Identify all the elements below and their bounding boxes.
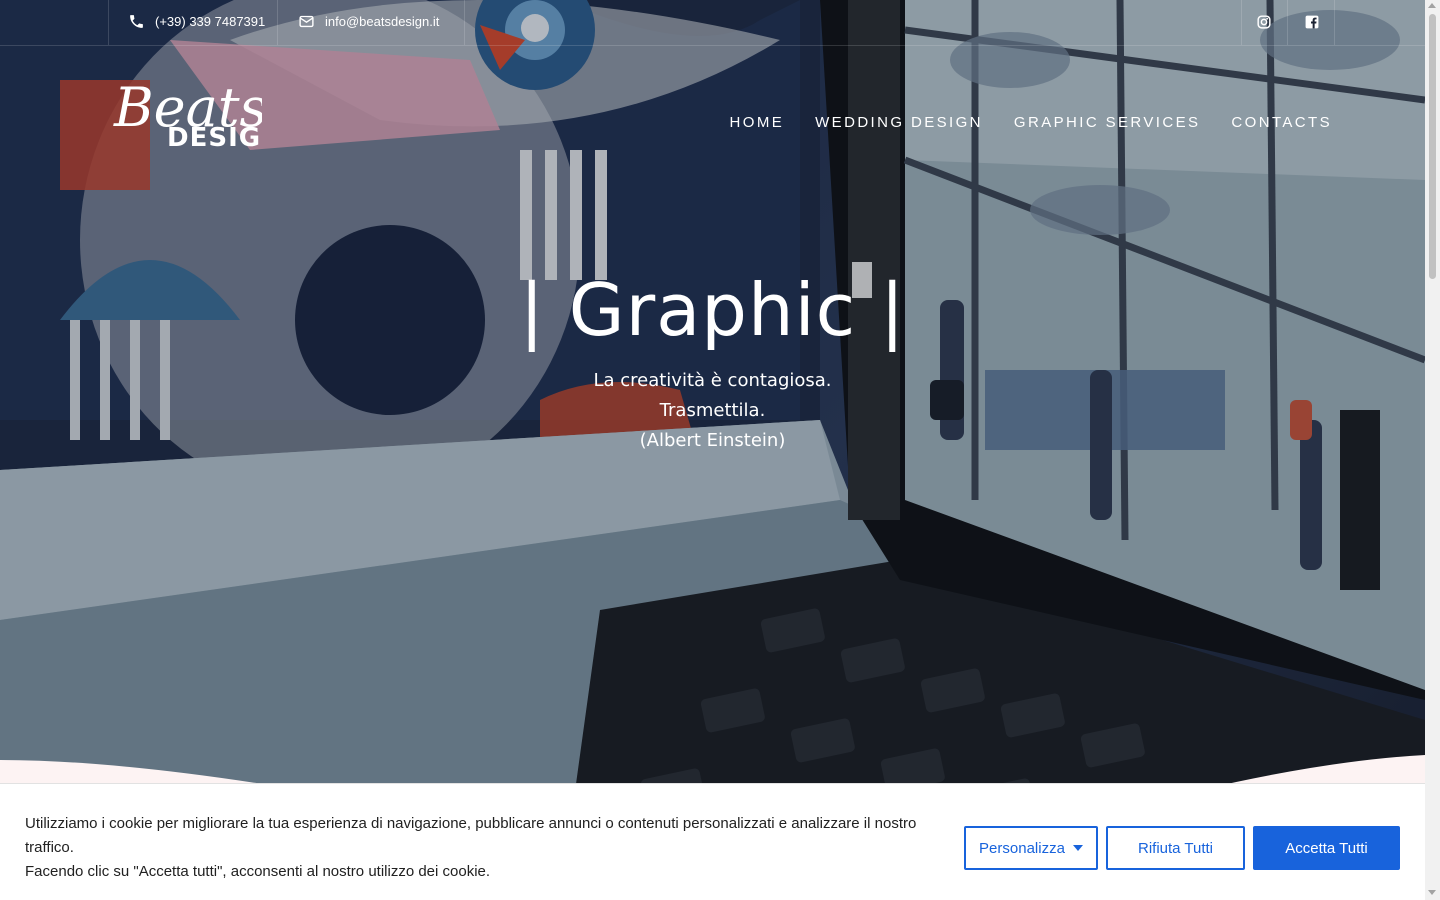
email-address[interactable]: info@beatsdesign.it <box>325 14 439 29</box>
topbar-divider <box>1241 0 1242 45</box>
cookie-message-line: Facendo clic su "Accetta tutti", acconse… <box>25 863 491 880</box>
scrollbar-thumb[interactable] <box>1429 14 1436 279</box>
cookie-message: Utilizziamo i cookie per migliorare la t… <box>25 812 935 884</box>
quote-author: (Albert Einstein) <box>639 430 786 451</box>
topbar-divider <box>108 0 109 45</box>
hero-quote: La creatività è contagiosa. Trasmettila.… <box>0 366 1425 456</box>
site-logo[interactable]: Beats DESIGN <box>112 64 283 156</box>
email-contact[interactable]: info@beatsdesign.it <box>298 13 439 30</box>
top-contact-bar: (+39) 339 7487391 info@beatsdesign.it <box>0 0 1425 46</box>
quote-line: La creatività è contagiosa. <box>593 370 832 391</box>
scroll-up-arrow-icon[interactable] <box>1428 3 1436 8</box>
customize-label: Personalizza <box>979 839 1065 857</box>
topbar-divider <box>1334 0 1335 45</box>
nav-item-contacts[interactable]: CONTACTS <box>1231 114 1332 131</box>
nav-item-graphic-services[interactable]: GRAPHIC SERVICES <box>1014 114 1201 131</box>
caret-down-icon <box>1072 845 1083 851</box>
envelope-icon <box>299 15 314 28</box>
nav-item-wedding-design[interactable]: WEDDING DESIGN <box>815 114 983 131</box>
accept-all-button[interactable]: Accetta Tutti <box>1253 826 1400 870</box>
phone-icon <box>130 15 143 28</box>
customize-cookies-button[interactable]: Personalizza <box>964 826 1098 870</box>
topbar-divider <box>464 0 465 45</box>
quote-line: Trasmettila. <box>659 400 766 421</box>
phone-contact[interactable]: (+39) 339 7487391 <box>128 13 265 30</box>
reject-all-button[interactable]: Rifiuta Tutti <box>1106 826 1245 870</box>
nav-item-home[interactable]: HOME <box>730 114 785 131</box>
hero-title: | Graphic | <box>519 268 906 352</box>
beats-design-logo: Beats DESIGN <box>113 76 283 153</box>
scroll-down-arrow-icon[interactable] <box>1428 890 1436 895</box>
logo-block-text: DESIGN <box>167 123 262 153</box>
instagram-icon[interactable] <box>1257 15 1271 29</box>
page-scrollbar[interactable] <box>1425 0 1440 900</box>
topbar-divider <box>277 0 278 45</box>
main-navigation: HOME WEDDING DESIGN GRAPHIC SERVICES CON… <box>730 114 1332 131</box>
cookie-consent-banner: Utilizziamo i cookie per migliorare la t… <box>0 783 1425 900</box>
facebook-icon[interactable] <box>1305 15 1319 29</box>
cookie-message-line: Utilizziamo i cookie per migliorare la t… <box>25 815 917 856</box>
topbar-divider <box>1287 0 1288 45</box>
phone-number[interactable]: (+39) 339 7487391 <box>155 14 265 29</box>
